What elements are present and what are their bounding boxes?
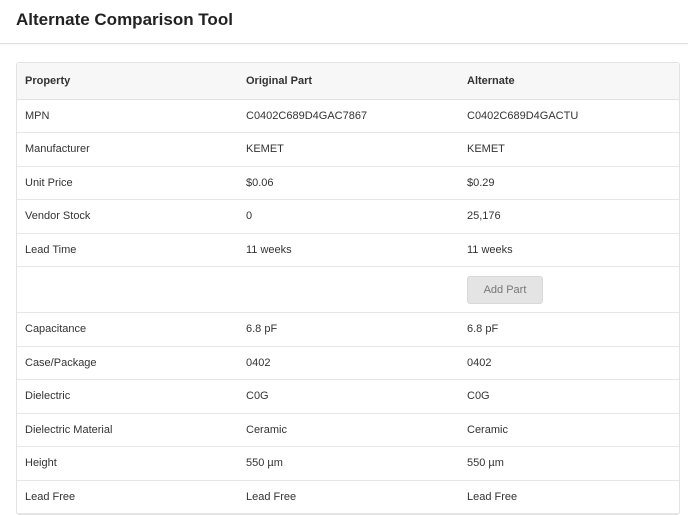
page-title: Alternate Comparison Tool	[16, 9, 233, 29]
table-row: Dielectric Material Ceramic Ceramic	[17, 413, 679, 447]
original-value-cell: 0	[238, 199, 459, 234]
comparison-table: Property Original Part Alternate MPN C04…	[16, 62, 680, 515]
action-cell: Add Part	[459, 266, 679, 313]
table-row: Unit Price $0.06 $0.29	[17, 166, 679, 200]
original-value-cell: 0402	[238, 346, 459, 380]
table-row: Lead Time 11 weeks 11 weeks	[17, 233, 679, 267]
table-row: Vendor Stock 0 25,176	[17, 199, 679, 234]
property-cell: Vendor Stock	[17, 199, 238, 234]
original-value-cell: 550 µm	[238, 446, 459, 481]
property-cell: Height	[17, 446, 238, 481]
alternate-value-cell: 550 µm	[459, 446, 679, 481]
column-header-alternate: Alternate	[459, 63, 679, 100]
property-cell: Lead Free	[17, 480, 238, 514]
original-value-cell: Ceramic	[238, 413, 459, 447]
table-row: Dielectric C0G C0G	[17, 379, 679, 414]
empty-cell	[238, 266, 459, 313]
original-value-cell: C0G	[238, 379, 459, 414]
property-cell: MPN	[17, 99, 238, 133]
alternate-value-cell: 25,176	[459, 199, 679, 234]
original-value-cell: $0.06	[238, 166, 459, 200]
alternate-value-cell: Ceramic	[459, 413, 679, 447]
property-cell: Lead Time	[17, 233, 238, 267]
original-value-cell: KEMET	[238, 132, 459, 167]
table-header-row: Property Original Part Alternate	[17, 63, 679, 100]
property-cell: Dielectric	[17, 379, 238, 414]
alternate-value-cell: $0.29	[459, 166, 679, 200]
original-value-cell: 6.8 pF	[238, 312, 459, 347]
table-row: Lead Free Lead Free Lead Free	[17, 480, 679, 514]
add-part-button[interactable]: Add Part	[467, 275, 543, 304]
alternate-value-cell: Lead Free	[459, 480, 679, 514]
page-header: Alternate Comparison Tool	[0, 0, 688, 44]
original-value-cell: Lead Free	[238, 480, 459, 514]
empty-cell	[17, 266, 238, 313]
action-row: Add Part	[17, 266, 679, 313]
table-row: Manufacturer KEMET KEMET	[17, 132, 679, 167]
table-row: Height 550 µm 550 µm	[17, 446, 679, 481]
column-header-original-part: Original Part	[238, 63, 459, 100]
original-value-cell: 11 weeks	[238, 233, 459, 267]
property-cell: Capacitance	[17, 312, 238, 347]
column-header-property: Property	[17, 63, 238, 100]
table-row: Case/Package 0402 0402	[17, 346, 679, 380]
alternate-value-cell: 6.8 pF	[459, 312, 679, 347]
property-cell: Unit Price	[17, 166, 238, 200]
property-cell: Dielectric Material	[17, 413, 238, 447]
alternate-value-cell: KEMET	[459, 132, 679, 167]
alternate-value-cell: C0402C689D4GACTU	[459, 99, 679, 133]
property-cell: Manufacturer	[17, 132, 238, 167]
alternate-value-cell: C0G	[459, 379, 679, 414]
property-cell: Case/Package	[17, 346, 238, 380]
alternate-value-cell: 0402	[459, 346, 679, 380]
table-row: Capacitance 6.8 pF 6.8 pF	[17, 312, 679, 347]
table-row: MPN C0402C689D4GAC7867 C0402C689D4GACTU	[17, 99, 679, 133]
original-value-cell: C0402C689D4GAC7867	[238, 99, 459, 133]
alternate-value-cell: 11 weeks	[459, 233, 679, 267]
